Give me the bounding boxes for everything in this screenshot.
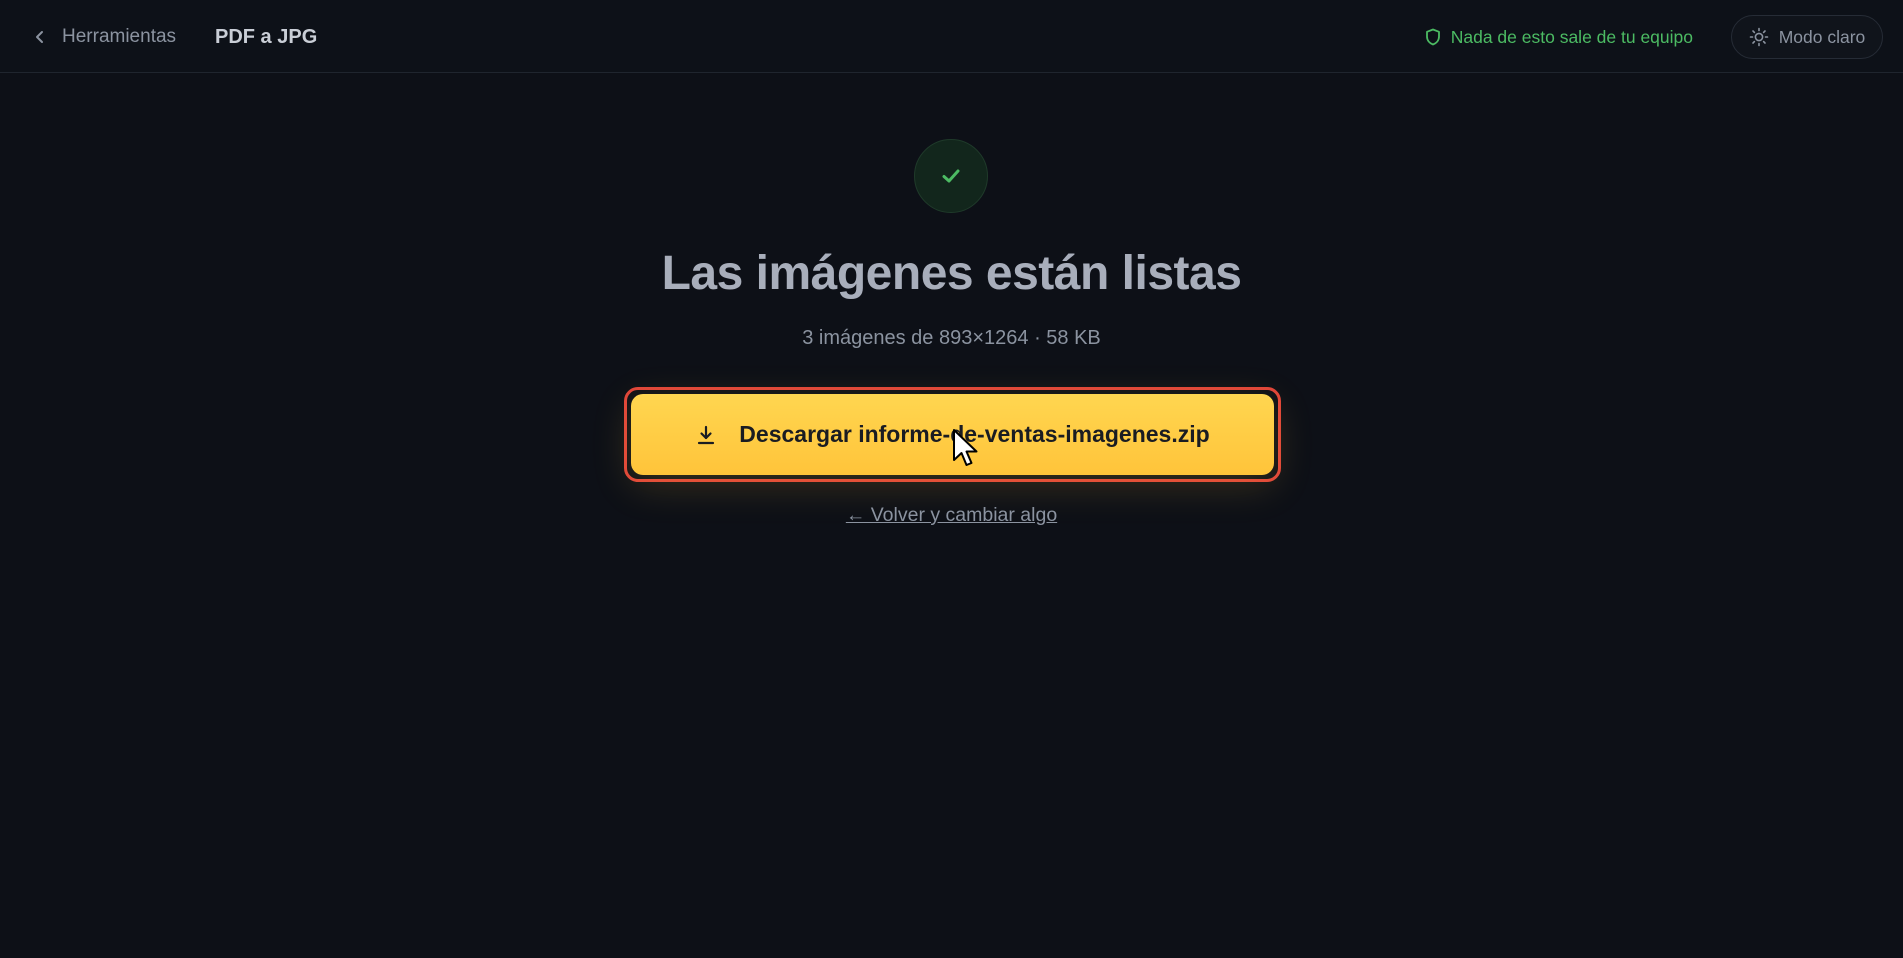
mouse-pointer-icon: [953, 429, 978, 466]
privacy-text: Nada de esto sale de tu equipo: [1450, 26, 1693, 47]
result-summary: 3 imágenes de 893×1264 · 58 KB: [802, 327, 1101, 349]
sun-icon: [1749, 27, 1769, 47]
download-icon: [698, 425, 715, 444]
back-link-label: Herramientas: [62, 26, 177, 47]
check-icon: [942, 169, 960, 183]
shield-icon: [1425, 28, 1440, 46]
result-headline: Las imágenes están listas: [661, 247, 1242, 300]
theme-toggle-label: Modo claro: [1778, 26, 1866, 47]
privacy-notice: Nada de esto sale de tu equipo: [1425, 22, 1693, 52]
top-bar: Herramientas PDF a JPG Nada de esto sale…: [0, 0, 1903, 73]
theme-toggle-button[interactable]: Modo claro: [1731, 15, 1883, 59]
success-badge: [914, 139, 988, 213]
chevron-left-icon: [36, 31, 43, 43]
back-to-tools-link[interactable]: Herramientas: [32, 22, 176, 52]
back-change-container: ← Volver y cambiar algo: [0, 504, 1903, 527]
page-title: PDF a JPG: [215, 25, 318, 48]
back-and-change-link[interactable]: ← Volver y cambiar algo: [846, 504, 1057, 526]
